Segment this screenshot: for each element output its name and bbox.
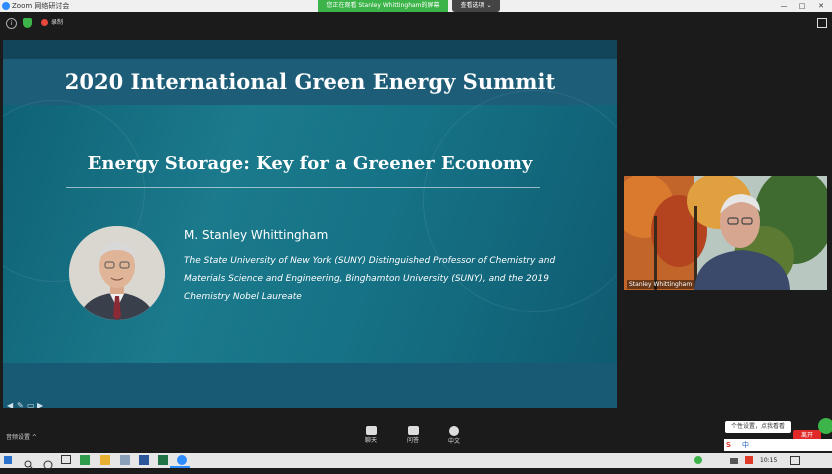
participant-name-label: Stanley Whittingham xyxy=(627,280,695,289)
maximize-button[interactable]: □ xyxy=(793,0,811,12)
qa-button[interactable]: 问答 xyxy=(401,426,425,446)
word-icon[interactable] xyxy=(139,455,149,465)
chat-label: 聊天 xyxy=(364,437,377,444)
subtitle-divider xyxy=(66,187,540,188)
search-icon[interactable] xyxy=(24,455,34,470)
qa-label: 问答 xyxy=(406,437,419,444)
windows-start-icon[interactable] xyxy=(4,456,12,464)
pen-icon[interactable]: ✎ xyxy=(17,402,25,409)
zoom-app-icon xyxy=(2,2,10,10)
participant-video[interactable] xyxy=(624,176,827,290)
cortana-icon[interactable] xyxy=(43,455,53,470)
speaker-portrait xyxy=(69,226,165,320)
menu-icon[interactable]: ▭ xyxy=(27,402,35,409)
window-title: Zoom 网络研讨会 xyxy=(12,2,70,10)
tray-icon[interactable] xyxy=(694,456,702,464)
speaker-name: M. Stanley Whittingham xyxy=(184,228,329,242)
app-icon[interactable] xyxy=(120,455,130,465)
ime-tooltip: 个性设置，点我看看 xyxy=(725,421,791,433)
network-icon[interactable] xyxy=(730,458,738,464)
zoom-taskbar-icon[interactable] xyxy=(177,455,187,465)
record-icon[interactable] xyxy=(41,19,48,26)
arrow-left-icon[interactable]: ◀ xyxy=(7,402,15,409)
close-button[interactable]: ✕ xyxy=(812,0,830,12)
sogou-tray-icon[interactable] xyxy=(745,456,753,464)
qa-icon xyxy=(407,426,419,435)
fullscreen-icon[interactable] xyxy=(817,18,827,28)
ime-toolbar[interactable]: S 中 xyxy=(724,439,832,451)
notifications-icon[interactable] xyxy=(790,456,800,465)
task-view-icon[interactable] xyxy=(61,455,71,464)
info-icon[interactable]: i xyxy=(6,18,17,29)
excel-icon[interactable] xyxy=(158,455,168,465)
sogou-icon[interactable]: S xyxy=(726,439,731,451)
taskbar-clock[interactable]: 10:15 xyxy=(760,453,777,468)
interpretation-button[interactable]: 中文 xyxy=(442,426,466,447)
chat-icon xyxy=(365,426,377,435)
app-icon[interactable] xyxy=(80,455,90,465)
chat-button[interactable]: 聊天 xyxy=(359,426,383,446)
ime-mode[interactable]: 中 xyxy=(742,439,749,451)
record-label[interactable]: 录制 xyxy=(51,17,63,29)
slide-nav-controls: ◀ ✎ ▭ ▶ xyxy=(7,393,47,409)
encryption-shield-icon[interactable] xyxy=(23,18,32,28)
interpretation-icon xyxy=(449,426,459,436)
floating-assistant-icon[interactable] xyxy=(818,418,832,434)
file-explorer-icon[interactable] xyxy=(100,455,110,465)
screen-share-banner: 您正在观看 Stanley Whittingham的屏幕 xyxy=(318,0,448,12)
minimize-button[interactable]: — xyxy=(775,0,793,12)
arrow-right-icon[interactable]: ▶ xyxy=(37,402,45,409)
shared-slide: 2020 International Green Energy Summit E… xyxy=(3,40,617,408)
speaker-bio: The State University of New York (SUNY) … xyxy=(184,256,556,302)
view-options-button[interactable]: 查看选项 ⌄ xyxy=(452,0,500,12)
audio-settings-button[interactable]: 音频设置 ^ xyxy=(6,433,37,443)
interpretation-label: 中文 xyxy=(447,438,460,445)
slide-footer-band xyxy=(3,363,617,408)
slide-subtitle: Energy Storage: Key for a Greener Econom… xyxy=(87,153,533,174)
